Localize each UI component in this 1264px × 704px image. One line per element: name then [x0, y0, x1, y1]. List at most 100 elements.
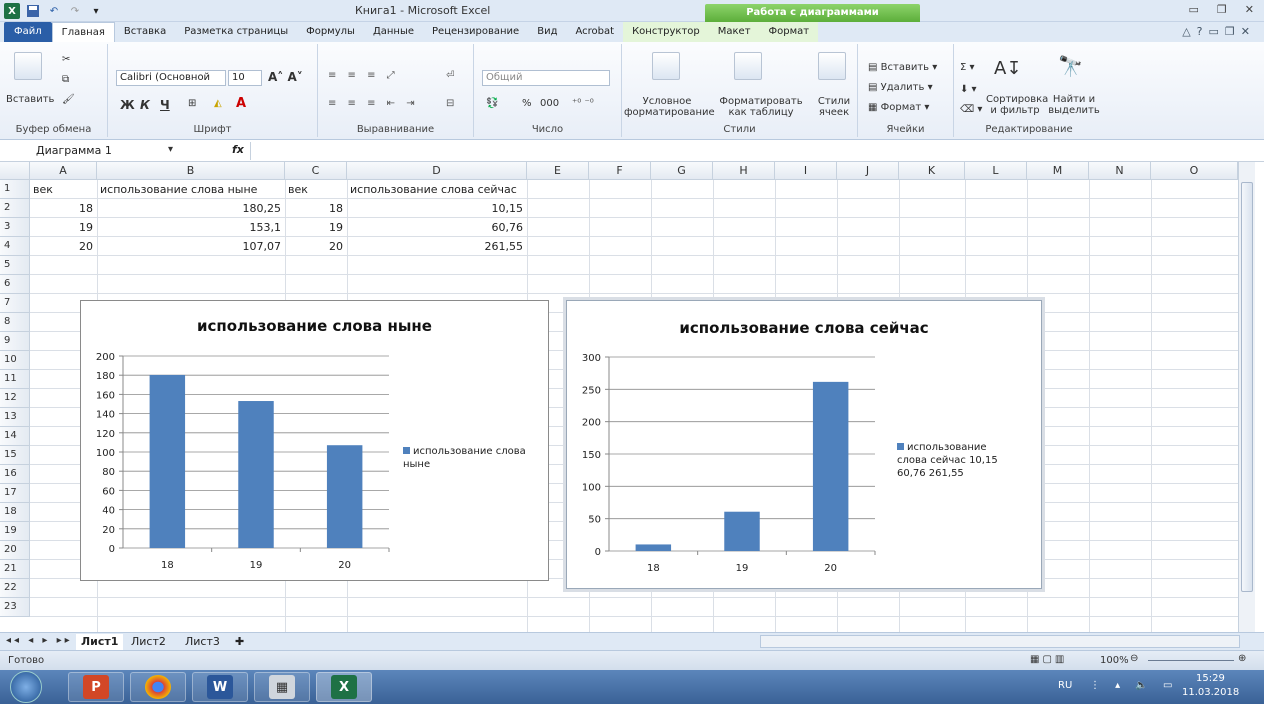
column-header-b[interactable]: B [97, 162, 285, 180]
copy-icon[interactable]: ⧉ [62, 74, 69, 85]
row-header-1[interactable]: 1 [0, 180, 30, 199]
font-size-box[interactable]: 10 [228, 70, 262, 86]
cell-c2[interactable]: 18 [285, 199, 347, 218]
underline-button[interactable]: Ч [160, 98, 170, 112]
column-header-n[interactable]: N [1089, 162, 1151, 180]
cell-c3[interactable]: 19 [285, 218, 347, 237]
language-indicator[interactable]: RU [1058, 680, 1072, 691]
cell-a2[interactable]: 18 [30, 199, 97, 218]
font-name-box[interactable]: Calibri (Основной [116, 70, 226, 86]
taskbar-powerpoint[interactable]: P [68, 672, 124, 702]
row-header-14[interactable]: 14 [0, 427, 30, 446]
taskbar-word[interactable]: W [192, 672, 248, 702]
taskbar-calculator[interactable]: ▦ [254, 672, 310, 702]
conditional-formatting-label[interactable]: Условное форматирование [624, 96, 715, 118]
row-header-12[interactable]: 12 [0, 389, 30, 408]
sheet-nav-icons[interactable]: ◂◂ ◂ ▸ ▸▸ [6, 635, 73, 646]
sort-filter-icon[interactable]: A↧ [994, 58, 1021, 79]
clock-date[interactable]: 11.03.2018 [1182, 687, 1239, 698]
merge-icon[interactable]: ⊟ [446, 98, 454, 109]
undo-icon[interactable]: ↶ [46, 3, 62, 19]
cell-a1[interactable]: век [30, 180, 97, 199]
row-header-15[interactable]: 15 [0, 446, 30, 465]
cell-styles-label[interactable]: Стили ячеек [812, 96, 856, 118]
tab-data[interactable]: Данные [364, 22, 423, 42]
select-all-corner[interactable] [0, 162, 30, 180]
column-header-l[interactable]: L [965, 162, 1027, 180]
font-color-icon[interactable]: A [236, 96, 246, 111]
restore-icon[interactable]: ❐ [1217, 3, 1227, 16]
start-button[interactable] [10, 671, 42, 703]
row-header-4[interactable]: 4 [0, 237, 30, 256]
row-header-5[interactable]: 5 [0, 256, 30, 275]
row-header-18[interactable]: 18 [0, 503, 30, 522]
tab-view[interactable]: Вид [528, 22, 566, 42]
thousands-button[interactable]: 000 [540, 98, 559, 109]
new-sheet-icon[interactable]: ✚ [230, 634, 249, 650]
worksheet-grid[interactable]: A B C D E F G H I J K L M N O 1234567891… [0, 162, 1238, 632]
customize-qat-icon[interactable]: ▾ [88, 3, 104, 19]
save-icon[interactable] [25, 3, 41, 19]
taskbar-excel[interactable]: X [316, 672, 372, 702]
row-header-16[interactable]: 16 [0, 465, 30, 484]
cell-d1[interactable]: использование слова сейчас [347, 180, 527, 199]
column-header-j[interactable]: J [837, 162, 899, 180]
column-header-d[interactable]: D [347, 162, 527, 180]
cell-b1[interactable]: использование слова ныне [97, 180, 285, 199]
clear-icon[interactable]: ⌫ ▾ [960, 104, 982, 115]
row-header-9[interactable]: 9 [0, 332, 30, 351]
paste-icon[interactable] [14, 52, 42, 80]
name-box-dropdown-icon[interactable]: ▾ [168, 144, 173, 155]
zoom-level[interactable]: 100% [1100, 655, 1129, 666]
format-cells-button[interactable]: ▦ Формат ▾ [868, 102, 929, 113]
cell-d4[interactable]: 261,55 [347, 237, 527, 256]
chart-legend[interactable]: использование слова сейчас 10,15 60,76 2… [897, 441, 1015, 480]
vertical-scrollbar[interactable] [1238, 162, 1255, 632]
zoom-slider[interactable] [1148, 660, 1234, 661]
cell-d2[interactable]: 10,15 [347, 199, 527, 218]
ribbon-help-controls[interactable]: △?▭❐✕ [1182, 25, 1256, 38]
row-header-23[interactable]: 23 [0, 598, 30, 617]
chart-сейчас[interactable]: использование слова сейчас 0 50 100 150 200 2… [566, 300, 1042, 589]
tray-icons[interactable]: ⋮ ▴ 🔈 ▭ [1090, 680, 1178, 691]
cell-b2[interactable]: 180,25 [97, 199, 285, 218]
format-as-table-icon[interactable] [734, 52, 762, 80]
column-header-k[interactable]: K [899, 162, 965, 180]
redo-icon[interactable]: ↷ [67, 3, 83, 19]
sheet-tab-2[interactable]: Лист2 [126, 634, 171, 650]
tab-file[interactable]: Файл [4, 22, 52, 42]
zoom-in-icon[interactable]: ⊕ [1238, 653, 1246, 664]
tab-page-layout[interactable]: Разметка страницы [175, 22, 297, 42]
close-icon[interactable]: ✕ [1245, 3, 1254, 16]
italic-button[interactable]: К [140, 98, 150, 112]
view-buttons[interactable]: ▦▢▥ [1030, 654, 1067, 665]
row-header-19[interactable]: 19 [0, 522, 30, 541]
horizontal-scrollbar[interactable] [760, 635, 1240, 648]
formula-input[interactable] [250, 142, 1254, 160]
row-header-11[interactable]: 11 [0, 370, 30, 389]
sort-filter-label[interactable]: Сортировка и фильтр [986, 94, 1048, 116]
align-vertical-icons[interactable]: ≡ ≡ ≡ ⤢ [328, 70, 399, 81]
grow-font-icon[interactable]: A˄ A˅ [268, 70, 303, 84]
delete-cells-button[interactable]: ▤ Удалить ▾ [868, 82, 933, 93]
row-header-7[interactable]: 7 [0, 294, 30, 313]
cut-icon[interactable]: ✂ [62, 54, 70, 65]
cell-c4[interactable]: 20 [285, 237, 347, 256]
column-header-g[interactable]: G [651, 162, 713, 180]
column-header-f[interactable]: F [589, 162, 651, 180]
column-header-i[interactable]: I [775, 162, 837, 180]
column-header-c[interactable]: C [285, 162, 347, 180]
align-horizontal-icons[interactable]: ≡ ≡ ≡ ⇤ ⇥ [328, 98, 419, 109]
column-header-h[interactable]: H [713, 162, 775, 180]
insert-function-icon[interactable]: fx [232, 143, 244, 156]
percent-button[interactable]: % [522, 98, 532, 109]
row-header-2[interactable]: 2 [0, 199, 30, 218]
cell-a3[interactable]: 19 [30, 218, 97, 237]
cell-a4[interactable]: 20 [30, 237, 97, 256]
sheet-tab-3[interactable]: Лист3 [180, 634, 225, 650]
cell-b3[interactable]: 153,1 [97, 218, 285, 237]
row-header-13[interactable]: 13 [0, 408, 30, 427]
tab-home[interactable]: Главная [51, 22, 115, 42]
column-header-o[interactable]: O [1151, 162, 1238, 180]
tab-design[interactable]: Конструктор [623, 22, 709, 42]
